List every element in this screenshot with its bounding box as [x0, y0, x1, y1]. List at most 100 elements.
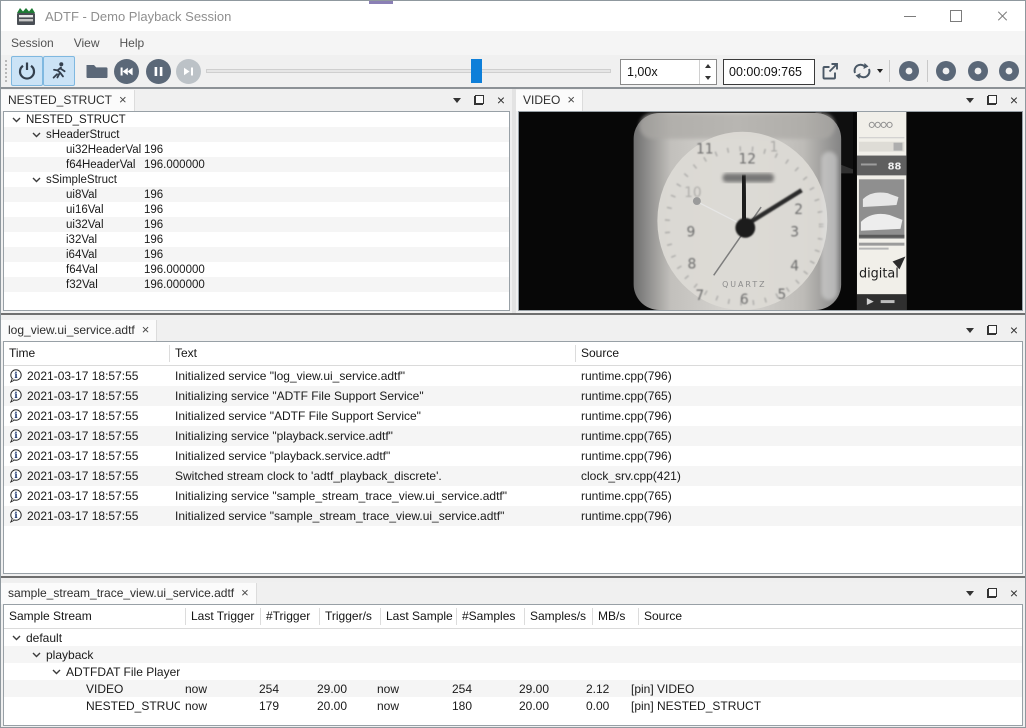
- tab-video[interactable]: VIDEO ×: [516, 90, 583, 111]
- runtime-power-button[interactable]: [11, 56, 43, 86]
- folder-icon: [85, 62, 109, 80]
- minimize-button[interactable]: [887, 1, 933, 31]
- tree-row[interactable]: ui32HeaderVal 196: [4, 142, 509, 157]
- trace-row[interactable]: ADTFDAT File Player: [4, 663, 1022, 680]
- column-header-text[interactable]: Text: [170, 345, 576, 362]
- svg-text:6: 6: [740, 292, 749, 308]
- log-text: Initialized service "playback.service.ad…: [169, 449, 575, 463]
- tree-row[interactable]: sHeaderStruct: [4, 127, 509, 142]
- svg-text:3: 3: [790, 225, 799, 241]
- seek-slider-handle[interactable]: [471, 59, 482, 83]
- column-header-sample-stream[interactable]: Sample Stream: [4, 608, 186, 625]
- repeat-mode-button[interactable]: [846, 56, 886, 86]
- tab-close-icon[interactable]: ×: [142, 324, 150, 336]
- column-header-source[interactable]: Source: [576, 345, 1022, 362]
- chevron-down-icon[interactable]: [30, 132, 43, 138]
- column-header-trigger-rate[interactable]: Trigger/s: [320, 608, 381, 625]
- panel-float-button[interactable]: [981, 320, 1003, 340]
- tree-row[interactable]: ui16Val 196: [4, 202, 509, 217]
- chevron-down-icon[interactable]: [30, 652, 43, 658]
- log-row[interactable]: i 2021-03-17 18:57:55 Initializing servi…: [4, 386, 1022, 406]
- trace-row[interactable]: playback: [4, 646, 1022, 663]
- seek-slider-track[interactable]: [206, 69, 611, 73]
- seek-slider[interactable]: [206, 59, 611, 83]
- log-row[interactable]: i 2021-03-17 18:57:55 Initializing servi…: [4, 486, 1022, 506]
- panel-menu-button[interactable]: [959, 90, 981, 110]
- skip-to-start-button[interactable]: [110, 56, 142, 86]
- maximize-button[interactable]: [933, 1, 979, 31]
- tree-row[interactable]: f32Val 196.000000: [4, 277, 509, 292]
- tree-row[interactable]: i64Val 196: [4, 247, 509, 262]
- log-time: 2021-03-17 18:57:55: [27, 409, 138, 423]
- column-header-num-trigger[interactable]: #Trigger: [261, 608, 320, 625]
- tab-close-icon[interactable]: ×: [241, 587, 249, 599]
- tree-row[interactable]: f64HeaderVal 196.000000: [4, 157, 509, 172]
- column-header-sample-rate[interactable]: Samples/s: [525, 608, 593, 625]
- speed-increase-button[interactable]: [700, 60, 716, 72]
- tab-trace-view[interactable]: sample_stream_trace_view.ui_service.adtf…: [1, 583, 257, 604]
- toolbar-drag-handle[interactable]: [5, 60, 7, 82]
- tree-row[interactable]: NESTED_STRUCT: [4, 112, 509, 127]
- column-header-source[interactable]: Source: [639, 608, 1022, 625]
- log-row[interactable]: i 2021-03-17 18:57:55 Switched stream cl…: [4, 466, 1022, 486]
- tree-row[interactable]: ui8Val 196: [4, 187, 509, 202]
- pause-button[interactable]: [142, 56, 174, 86]
- chevron-down-icon[interactable]: [10, 117, 23, 123]
- open-file-button[interactable]: [81, 56, 113, 86]
- tab-nested-struct[interactable]: NESTED_STRUCT ×: [1, 90, 135, 111]
- menu-item[interactable]: Help: [110, 31, 155, 55]
- tree-row[interactable]: i32Val 196: [4, 232, 509, 247]
- panel-menu-button[interactable]: [446, 90, 468, 110]
- info-icon: i: [9, 409, 23, 423]
- log-row[interactable]: i 2021-03-17 18:57:55 Initialized servic…: [4, 406, 1022, 426]
- menu-caret-icon: [966, 98, 974, 103]
- log-row[interactable]: i 2021-03-17 18:57:55 Initialized servic…: [4, 446, 1022, 466]
- tree-item-name: i32Val: [66, 234, 97, 246]
- tab-close-icon[interactable]: ×: [119, 94, 127, 106]
- chevron-down-icon[interactable]: [50, 669, 63, 675]
- panel-menu-button[interactable]: [959, 320, 981, 340]
- marker-button-1[interactable]: [894, 56, 924, 86]
- panel-menu-button[interactable]: [959, 583, 981, 603]
- panel-float-button[interactable]: [468, 90, 490, 110]
- panel-float-button[interactable]: [981, 583, 1003, 603]
- info-icon: i: [9, 449, 23, 463]
- marker-button-3[interactable]: [963, 56, 993, 86]
- clock-quartz-label: QUARTZ: [722, 280, 766, 289]
- column-header-mbs[interactable]: MB/s: [593, 608, 639, 625]
- menu-item[interactable]: Session: [1, 31, 64, 55]
- skip-to-end-button[interactable]: [172, 56, 204, 86]
- tree-row[interactable]: sSimpleStruct: [4, 172, 509, 187]
- marker-button-4[interactable]: [994, 56, 1024, 86]
- chevron-down-icon[interactable]: [10, 635, 23, 641]
- trace-row[interactable]: VIDEO now 254 29.00 now 254 29.00 2.12 […: [4, 680, 1022, 697]
- log-row[interactable]: i 2021-03-17 18:57:55 Initialized servic…: [4, 366, 1022, 386]
- panel-close-button[interactable]: ×: [1003, 320, 1025, 340]
- tree-row[interactable]: ui32Val 196: [4, 217, 509, 232]
- playback-speed-spinner[interactable]: 1,00x: [620, 59, 717, 85]
- tree-row[interactable]: f64Val 196.000000: [4, 262, 509, 277]
- panel-close-button[interactable]: ×: [1003, 90, 1025, 110]
- column-header-last-trigger[interactable]: Last Trigger: [186, 608, 261, 625]
- column-header-last-sample[interactable]: Last Sample: [381, 608, 457, 625]
- menu-item[interactable]: View: [64, 31, 110, 55]
- tab-log-view[interactable]: log_view.ui_service.adtf ×: [1, 320, 157, 341]
- marker-button-2[interactable]: [931, 56, 961, 86]
- tab-close-icon[interactable]: ×: [567, 94, 575, 106]
- run-button[interactable]: [43, 56, 75, 86]
- log-row[interactable]: i 2021-03-17 18:57:55 Initializing servi…: [4, 426, 1022, 446]
- trace-row[interactable]: NESTED_STRUCT now 179 20.00 now 180 20.0…: [4, 697, 1022, 714]
- open-external-button[interactable]: [815, 56, 845, 86]
- speed-decrease-button[interactable]: [700, 72, 716, 84]
- panel-float-button[interactable]: [981, 90, 1003, 110]
- time-position-field[interactable]: 00:00:09:765: [723, 59, 815, 85]
- chevron-down-icon[interactable]: [30, 177, 43, 183]
- trace-row[interactable]: default: [4, 629, 1022, 646]
- log-row[interactable]: i 2021-03-17 18:57:55 Initialized servic…: [4, 506, 1022, 526]
- tree-item-name: ui32Val: [66, 219, 104, 231]
- column-header-time[interactable]: Time: [4, 345, 170, 362]
- panel-close-button[interactable]: ×: [1003, 583, 1025, 603]
- panel-close-button[interactable]: ×: [490, 90, 512, 110]
- column-header-num-samples[interactable]: #Samples: [457, 608, 525, 625]
- close-button[interactable]: [979, 1, 1025, 31]
